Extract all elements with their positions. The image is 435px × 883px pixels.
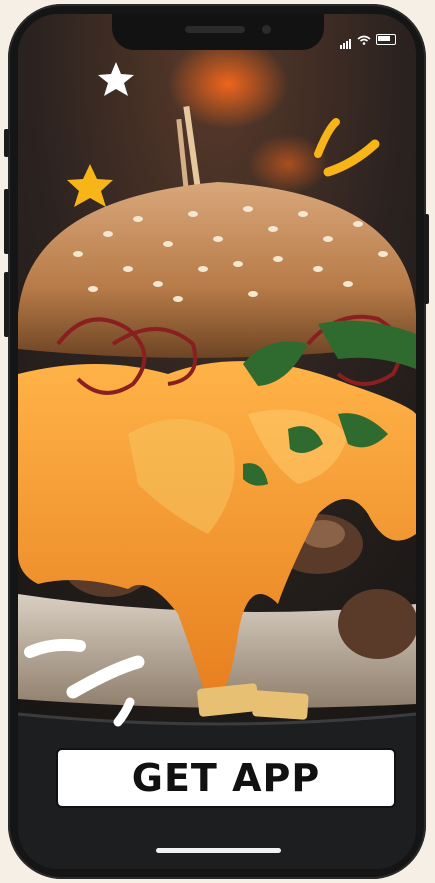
volume-down-button bbox=[4, 272, 9, 337]
signal-bars-icon bbox=[340, 30, 352, 49]
get-app-button[interactable]: GET APP bbox=[56, 748, 396, 808]
app-screen bbox=[18, 14, 416, 869]
power-button bbox=[424, 214, 429, 304]
wifi-icon bbox=[357, 35, 371, 45]
status-bar bbox=[340, 30, 396, 49]
silent-switch bbox=[4, 129, 9, 157]
volume-up-button bbox=[4, 189, 9, 254]
battery-icon bbox=[376, 34, 396, 45]
burger-photo bbox=[18, 14, 416, 869]
front-camera bbox=[262, 25, 271, 34]
earpiece-speaker bbox=[185, 26, 245, 33]
home-indicator[interactable] bbox=[156, 848, 281, 853]
